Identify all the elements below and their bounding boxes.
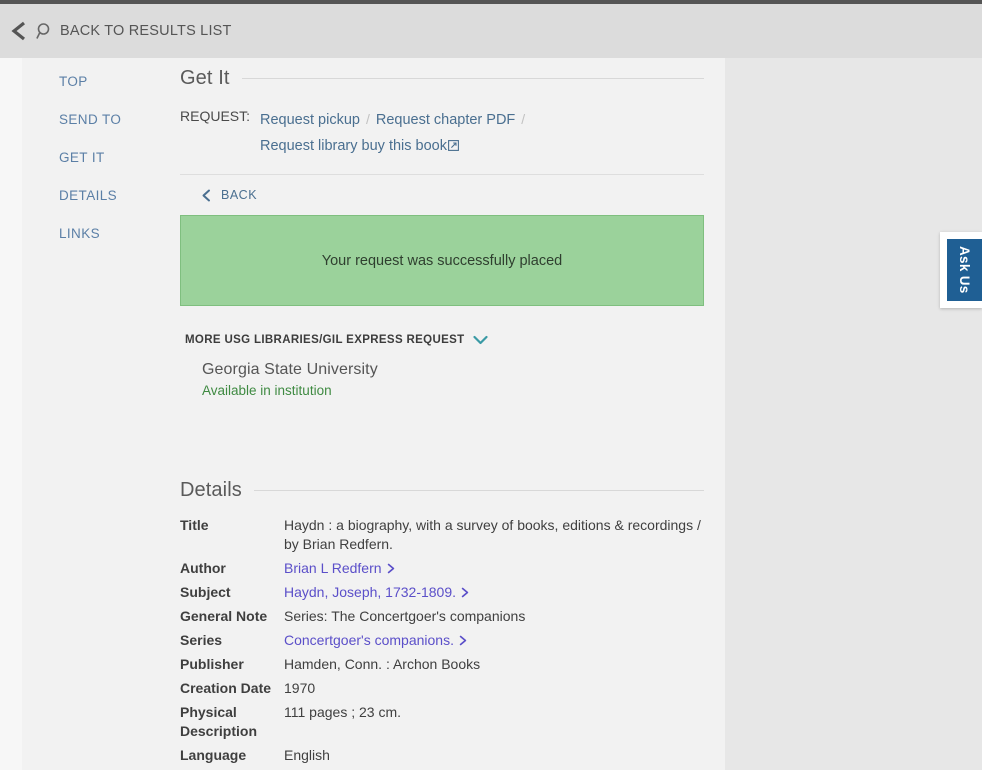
details-key: Author bbox=[180, 560, 226, 576]
table-row: Author Brian L Redfern bbox=[180, 559, 704, 583]
details-title: Details bbox=[180, 479, 242, 501]
record-content-column: TOP SEND TO GET IT DETAILS LINKS Get It … bbox=[22, 58, 725, 770]
request-chapter-pdf-link[interactable]: Request chapter PDF bbox=[376, 112, 515, 128]
details-table: Title Haydn : a biography, with a survey… bbox=[180, 516, 704, 770]
chevron-right-icon bbox=[461, 587, 469, 598]
back-button-label: BACK bbox=[221, 188, 258, 202]
details-value-cell: Concertgoer's companions. bbox=[284, 631, 704, 655]
sidebar-item-details[interactable]: DETAILS bbox=[59, 188, 169, 203]
details-value: Haydn : a biography, with a survey of bo… bbox=[284, 517, 701, 552]
details-value: Series: The Concertgoer's companions bbox=[284, 608, 526, 624]
request-success-message: Your request was successfully placed bbox=[321, 252, 563, 269]
details-key: Language bbox=[180, 747, 247, 763]
table-row: Publisher Hamden, Conn. : Archon Books bbox=[180, 655, 704, 679]
request-pickup-link[interactable]: Request pickup bbox=[260, 112, 360, 128]
request-library-buy-link[interactable]: Request library buy this book bbox=[260, 138, 447, 154]
ask-us-widget: Ask Us bbox=[940, 232, 982, 308]
get-it-title: Get It bbox=[180, 67, 230, 89]
record-section-nav: TOP SEND TO GET IT DETAILS LINKS bbox=[59, 74, 169, 264]
series-link[interactable]: Concertgoer's companions. bbox=[284, 632, 454, 648]
table-row: Series Concertgoer's companions. bbox=[180, 631, 704, 655]
chevron-left-icon bbox=[11, 21, 25, 41]
link-separator-2: / bbox=[521, 111, 526, 127]
chevron-down-icon bbox=[472, 335, 488, 345]
ask-us-label: Ask Us bbox=[957, 246, 972, 294]
details-key: Subject bbox=[180, 584, 231, 600]
details-value: 1970 bbox=[284, 680, 316, 696]
chevron-left-icon bbox=[202, 189, 210, 201]
chevron-right-icon bbox=[387, 563, 394, 574]
right-gutter bbox=[725, 58, 982, 770]
back-to-results-button[interactable]: BACK TO RESULTS LIST bbox=[10, 20, 232, 42]
details-key: Creation Date bbox=[180, 680, 272, 696]
usg-libraries-toggle[interactable]: MORE USG LIBRARIES/GIL EXPRESS REQUEST bbox=[185, 334, 488, 346]
details-value: Hamden, Conn. : Archon Books bbox=[284, 656, 481, 672]
main-panel: Get It REQUEST: Request pickup / Request c… bbox=[180, 58, 704, 770]
sidebar-item-get-it[interactable]: GET IT bbox=[59, 150, 169, 165]
table-row: Physical Description 111 pages ; 23 cm. bbox=[180, 703, 704, 746]
author-link[interactable]: Brian L Redfern bbox=[284, 560, 382, 576]
ask-us-button[interactable]: Ask Us bbox=[947, 239, 982, 301]
request-row: REQUEST: Request pickup / Request chapter … bbox=[180, 107, 704, 159]
sidebar-item-top[interactable]: TOP bbox=[59, 74, 169, 89]
sidebar-item-links[interactable]: LINKS bbox=[59, 226, 169, 241]
external-link-icon bbox=[448, 140, 459, 151]
left-gutter bbox=[0, 58, 22, 770]
section-divider bbox=[253, 490, 704, 491]
institution-availability: Georgia State University Available in in… bbox=[202, 361, 704, 398]
details-key: Title bbox=[180, 517, 209, 533]
details-section-header: Details bbox=[180, 479, 704, 502]
sidebar-item-send-to[interactable]: SEND TO bbox=[59, 112, 169, 127]
table-row: Language English bbox=[180, 746, 704, 770]
request-success-banner: Your request was successfully placed bbox=[180, 215, 704, 306]
table-row: Title Haydn : a biography, with a survey… bbox=[180, 516, 704, 559]
details-key: Publisher bbox=[180, 656, 244, 672]
availability-status: Available in institution bbox=[202, 383, 332, 398]
subject-link[interactable]: Haydn, Joseph, 1732-1809. bbox=[284, 584, 456, 600]
request-divider bbox=[180, 174, 704, 175]
institution-name: Georgia State University bbox=[202, 361, 378, 378]
table-row: Subject Haydn, Joseph, 1732-1809. bbox=[180, 583, 704, 607]
get-it-section-header: Get It bbox=[180, 67, 704, 90]
details-value: 111 pages ; 23 cm. bbox=[284, 704, 401, 720]
details-value-cell: Haydn, Joseph, 1732-1809. bbox=[284, 583, 704, 607]
table-row: Creation Date 1970 bbox=[180, 679, 704, 703]
details-key: Series bbox=[180, 632, 223, 648]
search-icon bbox=[36, 22, 50, 39]
chevron-right-icon bbox=[459, 635, 467, 646]
usg-libraries-label: MORE USG LIBRARIES/GIL EXPRESS REQUEST bbox=[185, 334, 465, 346]
section-divider bbox=[241, 78, 704, 79]
back-to-results-label: BACK TO RESULTS LIST bbox=[60, 23, 232, 39]
details-key: General Note bbox=[180, 608, 268, 624]
details-key: Physical Description bbox=[180, 704, 258, 739]
request-links-group: Request pickup / Request chapter PDF / Requ… bbox=[260, 107, 704, 159]
link-separator-1: / bbox=[365, 111, 370, 127]
page-header-bar: BACK TO RESULTS LIST bbox=[0, 4, 982, 58]
request-label: REQUEST: bbox=[180, 108, 251, 124]
back-button[interactable]: BACK bbox=[201, 188, 273, 202]
table-row: General Note Series: The Concertgoer's c… bbox=[180, 607, 704, 631]
details-value: English bbox=[284, 747, 330, 763]
details-value-cell: Brian L Redfern bbox=[284, 559, 704, 583]
